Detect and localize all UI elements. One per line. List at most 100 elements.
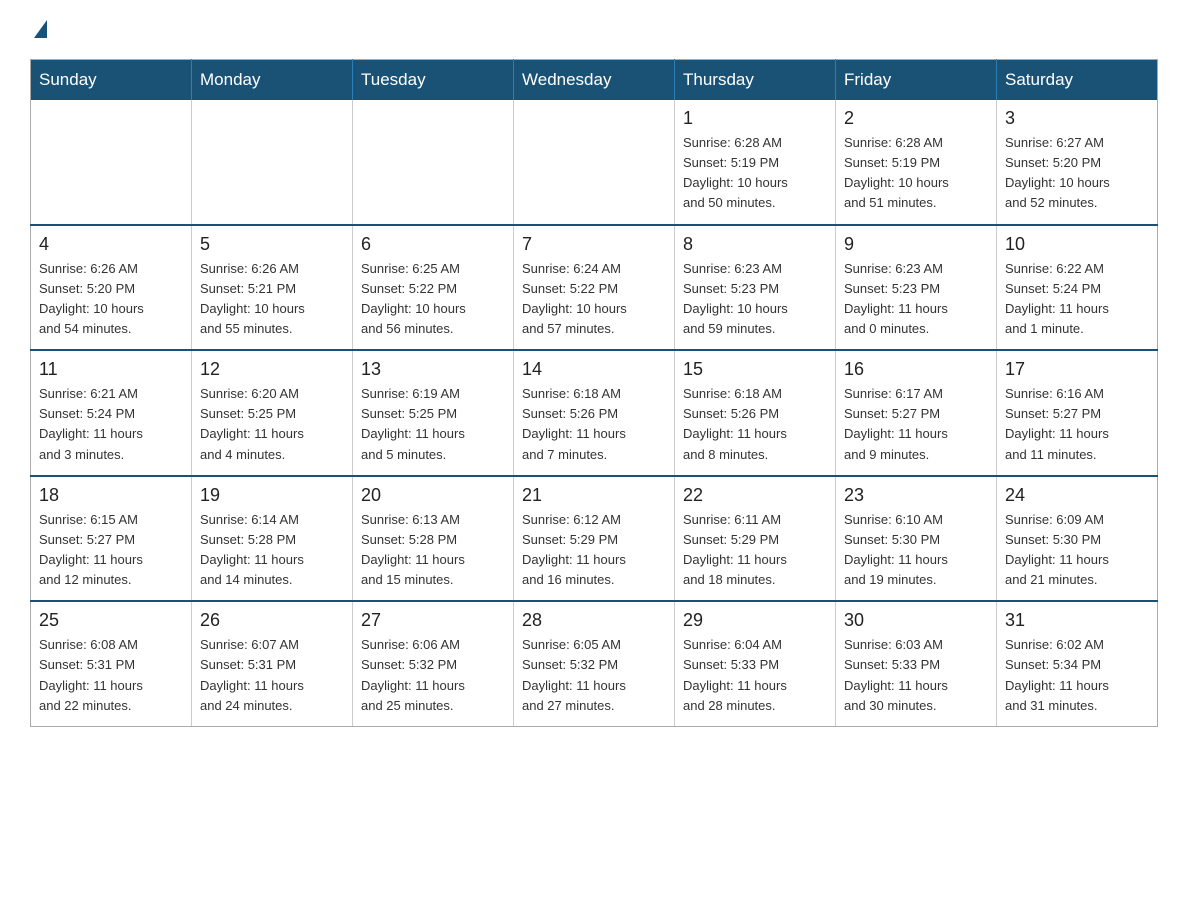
calendar-cell: 17 Sunrise: 6:16 AM Sunset: 5:27 PM Dayli…: [997, 350, 1158, 476]
day-number: 1: [683, 108, 827, 129]
calendar-cell: 4 Sunrise: 6:26 AM Sunset: 5:20 PM Daylig…: [31, 225, 192, 351]
day-number: 19: [200, 485, 344, 506]
day-info: Sunrise: 6:17 AM Sunset: 5:27 PM Dayligh…: [844, 384, 988, 465]
day-number: 25: [39, 610, 183, 631]
day-info: Sunrise: 6:28 AM Sunset: 5:19 PM Dayligh…: [844, 133, 988, 214]
day-info: Sunrise: 6:23 AM Sunset: 5:23 PM Dayligh…: [683, 259, 827, 340]
calendar-cell: [31, 100, 192, 225]
day-number: 12: [200, 359, 344, 380]
day-number: 17: [1005, 359, 1149, 380]
day-info: Sunrise: 6:19 AM Sunset: 5:25 PM Dayligh…: [361, 384, 505, 465]
day-info: Sunrise: 6:02 AM Sunset: 5:34 PM Dayligh…: [1005, 635, 1149, 716]
calendar-week-1: 1 Sunrise: 6:28 AM Sunset: 5:19 PM Daylig…: [31, 100, 1158, 225]
calendar-cell: 5 Sunrise: 6:26 AM Sunset: 5:21 PM Daylig…: [192, 225, 353, 351]
day-number: 5: [200, 234, 344, 255]
header-day-sunday: Sunday: [31, 60, 192, 101]
day-info: Sunrise: 6:15 AM Sunset: 5:27 PM Dayligh…: [39, 510, 183, 591]
calendar-cell: [192, 100, 353, 225]
day-number: 23: [844, 485, 988, 506]
day-number: 13: [361, 359, 505, 380]
calendar-cell: 15 Sunrise: 6:18 AM Sunset: 5:26 PM Dayli…: [675, 350, 836, 476]
day-info: Sunrise: 6:05 AM Sunset: 5:32 PM Dayligh…: [522, 635, 666, 716]
day-info: Sunrise: 6:26 AM Sunset: 5:20 PM Dayligh…: [39, 259, 183, 340]
day-number: 24: [1005, 485, 1149, 506]
day-info: Sunrise: 6:24 AM Sunset: 5:22 PM Dayligh…: [522, 259, 666, 340]
page-header: [30, 20, 1158, 41]
day-number: 20: [361, 485, 505, 506]
calendar-cell: 29 Sunrise: 6:04 AM Sunset: 5:33 PM Dayli…: [675, 601, 836, 726]
calendar-cell: 18 Sunrise: 6:15 AM Sunset: 5:27 PM Dayli…: [31, 476, 192, 602]
calendar-week-2: 4 Sunrise: 6:26 AM Sunset: 5:20 PM Daylig…: [31, 225, 1158, 351]
calendar-cell: 13 Sunrise: 6:19 AM Sunset: 5:25 PM Dayli…: [353, 350, 514, 476]
day-info: Sunrise: 6:23 AM Sunset: 5:23 PM Dayligh…: [844, 259, 988, 340]
calendar-week-5: 25 Sunrise: 6:08 AM Sunset: 5:31 PM Dayli…: [31, 601, 1158, 726]
day-number: 16: [844, 359, 988, 380]
day-info: Sunrise: 6:10 AM Sunset: 5:30 PM Dayligh…: [844, 510, 988, 591]
calendar-cell: 30 Sunrise: 6:03 AM Sunset: 5:33 PM Dayli…: [836, 601, 997, 726]
calendar-cell: 10Sunrise: 6:22 AM Sunset: 5:24 PM Dayli…: [997, 225, 1158, 351]
day-number: 7: [522, 234, 666, 255]
calendar-cell: 7 Sunrise: 6:24 AM Sunset: 5:22 PM Daylig…: [514, 225, 675, 351]
calendar-cell: 11 Sunrise: 6:21 AM Sunset: 5:24 PM Dayli…: [31, 350, 192, 476]
day-info: Sunrise: 6:27 AM Sunset: 5:20 PM Dayligh…: [1005, 133, 1149, 214]
day-info: Sunrise: 6:22 AM Sunset: 5:24 PM Dayligh…: [1005, 259, 1149, 340]
day-number: 15: [683, 359, 827, 380]
day-info: Sunrise: 6:04 AM Sunset: 5:33 PM Dayligh…: [683, 635, 827, 716]
day-info: Sunrise: 6:14 AM Sunset: 5:28 PM Dayligh…: [200, 510, 344, 591]
calendar-cell: 6 Sunrise: 6:25 AM Sunset: 5:22 PM Daylig…: [353, 225, 514, 351]
header-day-thursday: Thursday: [675, 60, 836, 101]
day-number: 4: [39, 234, 183, 255]
day-number: 26: [200, 610, 344, 631]
day-info: Sunrise: 6:18 AM Sunset: 5:26 PM Dayligh…: [522, 384, 666, 465]
header-day-friday: Friday: [836, 60, 997, 101]
calendar-week-4: 18 Sunrise: 6:15 AM Sunset: 5:27 PM Dayli…: [31, 476, 1158, 602]
day-info: Sunrise: 6:25 AM Sunset: 5:22 PM Dayligh…: [361, 259, 505, 340]
calendar-cell: 9 Sunrise: 6:23 AM Sunset: 5:23 PM Daylig…: [836, 225, 997, 351]
day-number: 22: [683, 485, 827, 506]
calendar-cell: 27 Sunrise: 6:06 AM Sunset: 5:32 PM Dayli…: [353, 601, 514, 726]
calendar-cell: [514, 100, 675, 225]
day-number: 6: [361, 234, 505, 255]
day-number: 18: [39, 485, 183, 506]
day-info: Sunrise: 6:03 AM Sunset: 5:33 PM Dayligh…: [844, 635, 988, 716]
day-info: Sunrise: 6:11 AM Sunset: 5:29 PM Dayligh…: [683, 510, 827, 591]
day-info: Sunrise: 6:21 AM Sunset: 5:24 PM Dayligh…: [39, 384, 183, 465]
calendar-cell: 8 Sunrise: 6:23 AM Sunset: 5:23 PM Daylig…: [675, 225, 836, 351]
calendar-cell: 31 Sunrise: 6:02 AM Sunset: 5:34 PM Dayli…: [997, 601, 1158, 726]
header-day-monday: Monday: [192, 60, 353, 101]
calendar-cell: 16 Sunrise: 6:17 AM Sunset: 5:27 PM Dayli…: [836, 350, 997, 476]
day-info: Sunrise: 6:09 AM Sunset: 5:30 PM Dayligh…: [1005, 510, 1149, 591]
header-day-tuesday: Tuesday: [353, 60, 514, 101]
calendar-cell: 25 Sunrise: 6:08 AM Sunset: 5:31 PM Dayli…: [31, 601, 192, 726]
calendar-cell: 22 Sunrise: 6:11 AM Sunset: 5:29 PM Dayli…: [675, 476, 836, 602]
calendar-table: SundayMondayTuesdayWednesdayThursdayFrid…: [30, 59, 1158, 727]
day-info: Sunrise: 6:18 AM Sunset: 5:26 PM Dayligh…: [683, 384, 827, 465]
day-info: Sunrise: 6:28 AM Sunset: 5:19 PM Dayligh…: [683, 133, 827, 214]
calendar-cell: 20 Sunrise: 6:13 AM Sunset: 5:28 PM Dayli…: [353, 476, 514, 602]
day-info: Sunrise: 6:13 AM Sunset: 5:28 PM Dayligh…: [361, 510, 505, 591]
day-number: 28: [522, 610, 666, 631]
calendar-header-row: SundayMondayTuesdayWednesdayThursdayFrid…: [31, 60, 1158, 101]
calendar-cell: 26Sunrise: 6:07 AM Sunset: 5:31 PM Dayli…: [192, 601, 353, 726]
day-number: 8: [683, 234, 827, 255]
calendar-cell: 3Sunrise: 6:27 AM Sunset: 5:20 PM Daylig…: [997, 100, 1158, 225]
day-info: Sunrise: 6:26 AM Sunset: 5:21 PM Dayligh…: [200, 259, 344, 340]
day-number: 21: [522, 485, 666, 506]
day-info: Sunrise: 6:20 AM Sunset: 5:25 PM Dayligh…: [200, 384, 344, 465]
day-number: 11: [39, 359, 183, 380]
day-info: Sunrise: 6:08 AM Sunset: 5:31 PM Dayligh…: [39, 635, 183, 716]
calendar-week-3: 11 Sunrise: 6:21 AM Sunset: 5:24 PM Dayli…: [31, 350, 1158, 476]
day-number: 30: [844, 610, 988, 631]
day-number: 27: [361, 610, 505, 631]
day-number: 31: [1005, 610, 1149, 631]
logo: [30, 20, 47, 41]
day-number: 29: [683, 610, 827, 631]
calendar-cell: 1 Sunrise: 6:28 AM Sunset: 5:19 PM Daylig…: [675, 100, 836, 225]
calendar-cell: 21Sunrise: 6:12 AM Sunset: 5:29 PM Dayli…: [514, 476, 675, 602]
calendar-cell: [353, 100, 514, 225]
day-info: Sunrise: 6:16 AM Sunset: 5:27 PM Dayligh…: [1005, 384, 1149, 465]
day-info: Sunrise: 6:06 AM Sunset: 5:32 PM Dayligh…: [361, 635, 505, 716]
calendar-cell: 28 Sunrise: 6:05 AM Sunset: 5:32 PM Dayli…: [514, 601, 675, 726]
day-number: 9: [844, 234, 988, 255]
header-day-wednesday: Wednesday: [514, 60, 675, 101]
